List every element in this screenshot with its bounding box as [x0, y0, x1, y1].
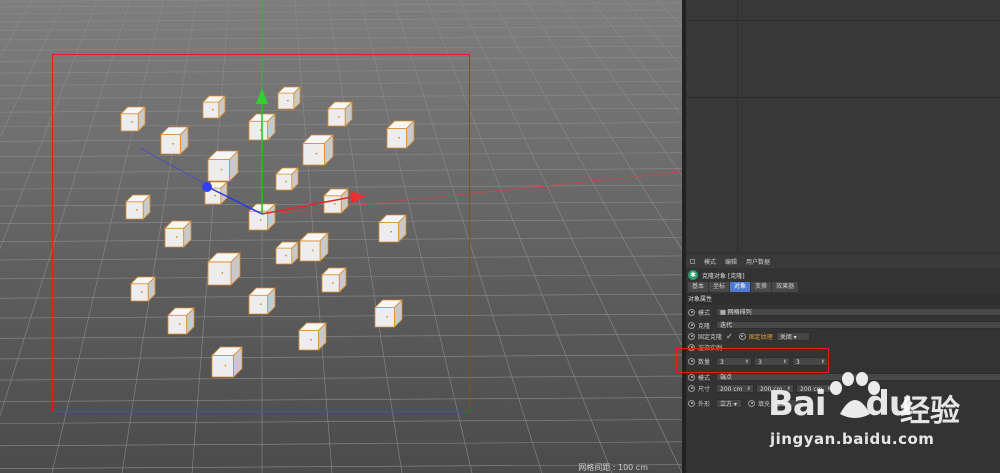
mode-dropdown[interactable]: ▦ 网格排列 [716, 308, 1000, 316]
fixed-clone-checkbox[interactable]: ✓ [726, 332, 733, 341]
attributes-menubar: 模式 编辑 用户数据 [686, 255, 1000, 268]
animate-icon[interactable] [688, 373, 695, 381]
attribute-tabs: 基本 坐标 对象 变换 效果器 [686, 282, 799, 293]
selection-highlight-box [52, 54, 470, 412]
fixed-texture-dropdown[interactable]: 关闭 ▾ [775, 331, 810, 341]
animate-icon[interactable] [688, 384, 695, 392]
shape-dropdown[interactable]: 立方 ▾ [716, 398, 742, 408]
animate-icon[interactable] [688, 308, 695, 316]
grid-icon: ▦ [720, 309, 728, 316]
animate-icon[interactable] [688, 332, 695, 340]
menu-mode[interactable]: 模式 [704, 257, 716, 266]
animate-icon[interactable] [688, 399, 695, 407]
animate-icon[interactable] [748, 399, 755, 407]
grip-icon[interactable] [690, 259, 695, 264]
count-highlight-box [676, 348, 829, 373]
tab-effectors[interactable]: 效果器 [772, 282, 799, 292]
animate-icon[interactable] [688, 321, 695, 329]
fixed-clone-row: 固定克隆 ✓ 固定纹理 关闭 ▾ [686, 331, 810, 341]
paw-icon [830, 372, 880, 418]
viewport-status: 网格间距 : 100 cm [578, 463, 648, 472]
tab-object[interactable]: 对象 [730, 282, 751, 292]
menu-userdata[interactable]: 用户数据 [746, 257, 770, 266]
clone-dropdown[interactable]: 迭代 [716, 321, 1000, 329]
section-title: 对象属性 [686, 294, 1000, 305]
object-title: 克隆对象 [克隆] [702, 272, 745, 280]
mode-row: 模式 ▦ 网格排列 [686, 307, 1000, 317]
object-manager-area[interactable] [686, 0, 1000, 252]
tab-transform[interactable]: 变换 [751, 282, 772, 292]
object-header: ✱ 克隆对象 [克隆] [686, 268, 1000, 282]
tab-coordinates[interactable]: 坐标 [709, 282, 730, 292]
watermark-suffix: 经验 [900, 394, 960, 429]
size-x-field[interactable]: 200 cm ⬍ [716, 383, 754, 393]
cloner-icon: ✱ [688, 270, 698, 280]
watermark-url: jingyan.baidu.com [770, 430, 935, 448]
tab-basic[interactable]: 基本 [688, 282, 709, 292]
baidu-jingyan-watermark: Bai du 经验 jingyan.baidu.com [768, 372, 1000, 462]
animate-icon[interactable] [738, 332, 746, 340]
3d-viewport[interactable]: 网格间距 : 100 cm [0, 0, 682, 473]
clone-row: 克隆 迭代 [686, 320, 1000, 330]
menu-edit[interactable]: 编辑 [725, 257, 737, 266]
